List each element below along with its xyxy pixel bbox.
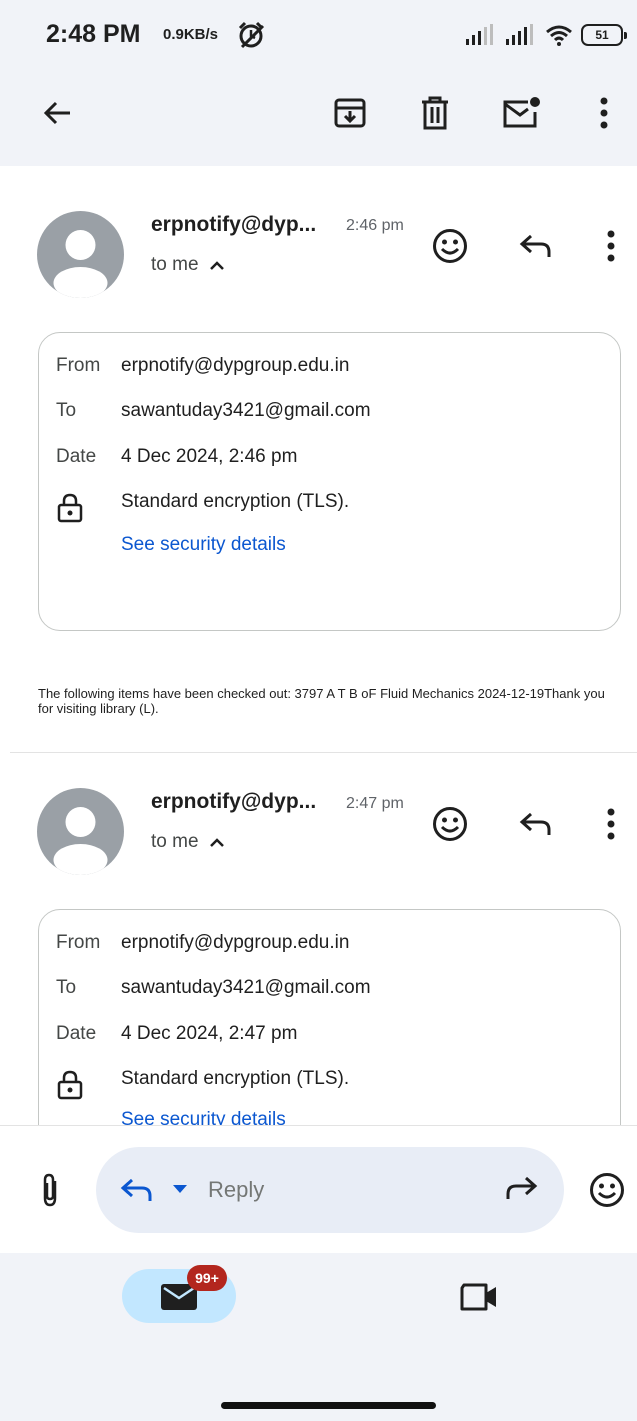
paperclip-icon — [43, 1173, 57, 1207]
smiley-icon — [590, 1173, 624, 1207]
status-time: 2:48 PM — [46, 20, 141, 48]
chevron-up-icon — [209, 261, 224, 270]
detail-date-row: Date 4 Dec 2024, 2:47 pm — [56, 1023, 297, 1045]
recipient-toggle[interactable]: to me — [151, 831, 225, 853]
smiley-icon — [433, 807, 467, 841]
mail-unread-icon — [503, 97, 540, 128]
arrow-left-icon — [43, 101, 70, 125]
date-value: 4 Dec 2024, 2:46 pm — [121, 446, 298, 467]
to-me-label: to me — [151, 254, 199, 275]
battery-icon: 51 — [581, 24, 627, 46]
avatar[interactable] — [37, 788, 124, 875]
more-vert-icon — [607, 808, 615, 840]
to-value: sawantuday3421@gmail.com — [121, 977, 371, 998]
message-body: The following items have been checked ou… — [38, 686, 605, 716]
archive-icon — [334, 98, 366, 128]
react-emoji-button[interactable] — [426, 222, 474, 270]
recipient-toggle[interactable]: to me — [151, 254, 225, 276]
wifi-icon — [546, 25, 572, 46]
detail-from-row: From erpnotify@dypgroup.edu.in — [56, 355, 349, 377]
date-label: Date — [56, 1023, 97, 1044]
dropdown-icon[interactable] — [172, 1184, 188, 1194]
avatar[interactable] — [37, 211, 124, 298]
emoji-button[interactable] — [583, 1166, 631, 1214]
message-more-button[interactable] — [587, 800, 635, 848]
reply-field[interactable]: Reply — [96, 1147, 564, 1233]
person-icon — [53, 230, 108, 298]
reply-icon — [519, 812, 551, 835]
date-value: 4 Dec 2024, 2:47 pm — [121, 1023, 298, 1044]
react-emoji-button[interactable] — [426, 800, 474, 848]
from-value: erpnotify@dypgroup.edu.in — [121, 932, 350, 953]
more-vert-icon — [607, 230, 615, 262]
message-more-button[interactable] — [587, 222, 635, 270]
attach-button[interactable] — [26, 1166, 74, 1214]
from-value: erpnotify@dypgroup.edu.in — [121, 355, 350, 376]
nav-meet-tab[interactable] — [456, 1277, 504, 1317]
home-indicator[interactable] — [221, 1402, 436, 1409]
bottom-navigation — [0, 1253, 637, 1339]
message-details-card: From erpnotify@dypgroup.edu.in To sawant… — [38, 332, 621, 631]
reply-bar: Reply — [0, 1125, 637, 1253]
archive-button[interactable] — [325, 88, 375, 138]
person-icon — [53, 807, 108, 875]
detail-to-row: To sawantuday3421@gmail.com — [56, 400, 371, 422]
reply-icon — [519, 234, 551, 257]
detail-from-row: From erpnotify@dypgroup.edu.in — [56, 932, 349, 954]
message-time: 2:46 pm — [346, 217, 404, 234]
signal-icon — [466, 24, 493, 45]
more-vert-icon — [600, 97, 608, 129]
from-label: From — [56, 932, 101, 953]
sender-name[interactable]: erpnotify@dyp... — [151, 790, 316, 814]
reply-button[interactable] — [512, 222, 560, 270]
video-camera-icon — [460, 1283, 496, 1311]
battery-level: 51 — [595, 28, 609, 42]
reply-button[interactable] — [512, 800, 560, 848]
forward-icon[interactable] — [504, 1175, 538, 1201]
back-button[interactable] — [33, 88, 83, 138]
to-me-label: to me — [151, 831, 199, 852]
alarm-icon — [238, 21, 265, 49]
to-label: To — [56, 977, 77, 998]
date-label: Date — [56, 446, 97, 467]
more-options-button[interactable] — [579, 88, 629, 138]
chevron-up-icon — [209, 838, 224, 847]
message-time: 2:47 pm — [346, 795, 404, 812]
trash-icon — [422, 96, 448, 130]
sender-name[interactable]: erpnotify@dyp... — [151, 213, 316, 237]
message-divider — [10, 752, 637, 753]
mark-unread-button[interactable] — [496, 88, 546, 138]
security-details-link[interactable]: See security details — [121, 534, 286, 556]
status-icons: 51 — [465, 22, 627, 48]
network-speed: 0.9KB/s — [163, 26, 219, 43]
from-label: From — [56, 355, 101, 376]
encryption-text: Standard encryption (TLS). — [121, 1068, 350, 1089]
status-bar: 2:48 PM 0.9KB/s 51 — [0, 0, 637, 66]
detail-to-row: To sawantuday3421@gmail.com — [56, 977, 371, 999]
gesture-area — [0, 1339, 637, 1421]
to-label: To — [56, 400, 77, 421]
lock-icon — [57, 1070, 83, 1100]
encryption-text: Standard encryption (TLS). — [121, 491, 350, 512]
top-app-bar — [0, 66, 637, 166]
smiley-icon — [433, 229, 467, 263]
detail-date-row: Date 4 Dec 2024, 2:46 pm — [56, 446, 297, 468]
lock-icon — [57, 493, 83, 523]
delete-button[interactable] — [410, 88, 460, 138]
reply-placeholder: Reply — [208, 1177, 265, 1202]
to-value: sawantuday3421@gmail.com — [121, 400, 371, 421]
signal-icon — [506, 24, 533, 45]
reply-icon — [120, 1178, 152, 1201]
unread-count-badge: 99+ — [187, 1265, 227, 1291]
